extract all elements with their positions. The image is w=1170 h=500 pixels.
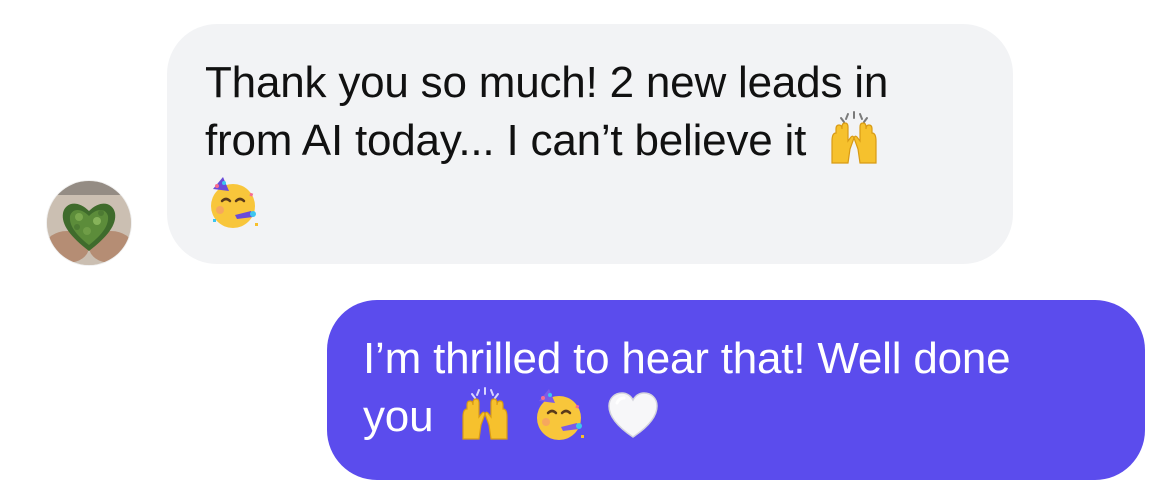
outgoing-message-bubble[interactable]: I’m thrilled to hear that! Well done you xyxy=(327,300,1145,480)
contact-avatar[interactable] xyxy=(47,181,131,265)
emoji-line xyxy=(205,171,973,229)
message-text-line: Thank you so much! 2 new leads in xyxy=(205,58,889,107)
white-heart-icon xyxy=(605,387,661,443)
message-text-line: I’m thrilled to hear that! Well done xyxy=(363,334,1011,383)
partying-face-icon xyxy=(205,175,261,231)
message-text-line: you xyxy=(363,387,1105,447)
message-text-segment: you xyxy=(363,392,434,441)
partying-face-icon xyxy=(531,387,587,443)
raising-hands-icon xyxy=(826,111,882,167)
avatar-heart-leaves-image xyxy=(47,181,131,265)
message-text-segment: from AI today... I can’t believe it xyxy=(205,116,807,165)
raising-hands-icon xyxy=(457,387,513,443)
incoming-message-bubble[interactable]: Thank you so much! 2 new leads in from A… xyxy=(167,24,1013,264)
message-text-line: from AI today... I can’t believe it xyxy=(205,111,973,171)
